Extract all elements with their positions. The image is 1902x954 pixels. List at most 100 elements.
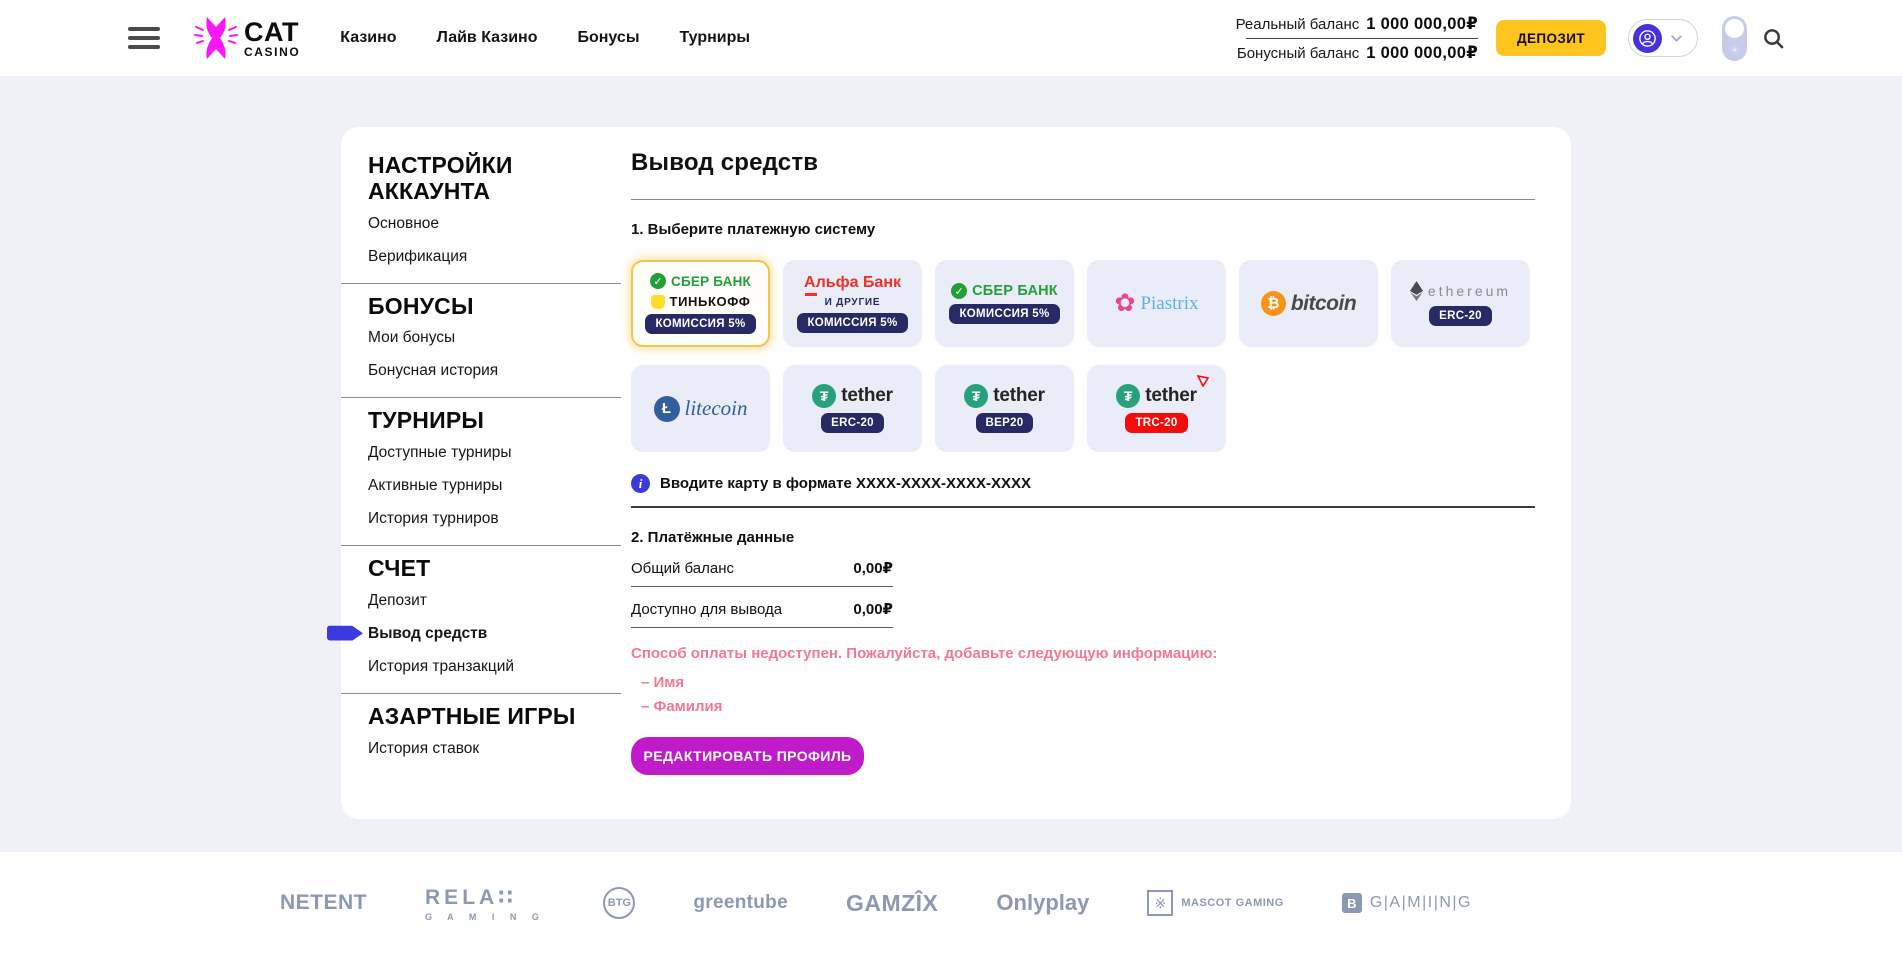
edit-profile-button[interactable]: РЕДАКТИРОВАТЬ ПРОФИЛЬ — [631, 737, 864, 775]
ethereum-icon — [1410, 281, 1423, 301]
main-nav: Казино Лайв Казино Бонусы Турниры — [340, 29, 750, 47]
sidebar-item-depozit[interactable]: Депозит — [341, 584, 621, 617]
sidebar-item-istoriya-tranzakcij[interactable]: История транзакций — [341, 650, 621, 683]
top-navbar: CAT CASINO Казино Лайв Казино Бонусы Тур… — [0, 0, 1902, 76]
provider-btg-logo[interactable]: BTG — [603, 887, 635, 919]
sberbank-icon: ✓ — [951, 283, 967, 299]
page-title: Вывод средств — [631, 149, 1535, 177]
account-card: НАСТРОЙКИ АККАУНТА Основное Верификация … — [341, 127, 1571, 819]
provider-bgaming-logo[interactable]: B G|A|M|I|N|G — [1342, 893, 1472, 913]
cat-logo-icon — [194, 15, 238, 61]
sidebar-item-dostupnye-turniry[interactable]: Доступные турниры — [341, 436, 621, 469]
payment-tile-bitcoin[interactable]: ₿ bitcoin — [1239, 260, 1378, 347]
payment-tile-tether-bep20[interactable]: ₮ tether BEP20 — [935, 365, 1074, 452]
payment-tile-ethereum[interactable]: ethereum ERC-20 — [1391, 260, 1530, 347]
logo-title: CAT — [244, 19, 300, 46]
payment-tile-sberbank[interactable]: ✓ СБЕР БАНК КОМИССИЯ 5% — [935, 260, 1074, 347]
deposit-button[interactable]: ДЕПОЗИТ — [1496, 20, 1606, 56]
provider-relax-gaming-logo[interactable]: RELA∷ G A M I N G — [425, 885, 545, 922]
chevron-down-icon — [1671, 35, 1682, 42]
commission-badge: КОМИССИЯ 5% — [797, 313, 907, 333]
payment-tile-alfa-bank[interactable]: Альфа Банк И ДРУГИЕ КОМИССИЯ 5% — [783, 260, 922, 347]
real-balance-label: Реальный баланс — [1236, 16, 1360, 33]
network-badge: BEP20 — [976, 413, 1034, 433]
network-badge: ERC-20 — [821, 413, 884, 433]
payment-tile-tether-trc20[interactable]: ₮ tether TRC-20 — [1087, 365, 1226, 452]
provider-greentube-logo[interactable]: greentube — [693, 892, 788, 914]
payment-tile-litecoin[interactable]: Ł litecoin — [631, 365, 770, 452]
missing-fields-list: – Имя – Фамилия — [631, 674, 1535, 715]
available-balance-value: 0,00₽ — [853, 600, 893, 618]
sidebar-item-osnovnoe[interactable]: Основное — [341, 207, 621, 240]
total-balance-row: Общий баланс 0,00₽ — [631, 546, 893, 587]
sidebar-item-aktivnye-turniry[interactable]: Активные турниры — [341, 469, 621, 502]
sun-icon: ☀ — [1722, 44, 1747, 57]
account-balances: Общий баланс 0,00₽ Доступно для вывода 0… — [631, 546, 893, 628]
payment-unavailable-message: Способ оплаты недоступен. Пожалуйста, до… — [631, 645, 1535, 662]
info-icon: i — [631, 474, 650, 493]
logo-subtitle: CASINO — [244, 46, 300, 58]
alfa-bank-logo: Альфа Банк — [804, 274, 901, 292]
sidebar-section-title: БОНУСЫ — [341, 284, 621, 322]
sidebar-item-istoriya-stavok[interactable]: История ставок — [341, 732, 621, 765]
missing-field-imya: – Имя — [631, 674, 1535, 691]
sidebar-item-istoriya-turnirov[interactable]: История турниров — [341, 502, 621, 535]
balance-divider — [1246, 38, 1478, 39]
tether-icon: ₮ — [1116, 384, 1140, 408]
nav-live-kazino[interactable]: Лайв Казино — [437, 29, 538, 47]
avatar-icon — [1633, 24, 1662, 53]
payment-methods-grid: ✓ СБЕР БАНК ТИНЬКОФФ КОМИССИЯ 5% Альфа Б… — [631, 260, 1541, 452]
provider-netent-logo[interactable]: NETENT — [280, 891, 367, 915]
network-badge: TRC-20 — [1125, 413, 1187, 433]
payment-tile-sberbank-tinkoff[interactable]: ✓ СБЕР БАНК ТИНЬКОФФ КОМИССИЯ 5% — [631, 260, 770, 347]
theme-toggle[interactable]: ☀ — [1722, 16, 1747, 61]
sidebar-section-title: НАСТРОЙКИ АККАУНТА — [341, 143, 621, 207]
title-divider — [631, 199, 1535, 200]
withdrawal-panel: Вывод средств 1. Выберите платежную сист… — [631, 149, 1535, 775]
cat-casino-logo[interactable]: CAT CASINO — [194, 15, 300, 61]
nav-bonusy[interactable]: Бонусы — [577, 29, 639, 47]
sberbank-icon: ✓ — [650, 273, 666, 289]
litecoin-icon: Ł — [654, 396, 680, 422]
provider-onlyplay-logo[interactable]: Onlyplay — [996, 890, 1089, 916]
commission-badge: КОМИССИЯ 5% — [949, 304, 1059, 324]
tron-icon — [1197, 375, 1209, 387]
provider-gamzix-logo[interactable]: GAMZÎX — [846, 890, 938, 917]
providers-footer: NETENT RELA∷ G A M I N G BTG greentube G… — [0, 852, 1902, 954]
nav-turniry[interactable]: Турниры — [679, 29, 750, 47]
sidebar-section-title: СЧЕТ — [341, 546, 621, 584]
tinkoff-icon — [651, 295, 665, 309]
profile-menu[interactable] — [1628, 19, 1698, 57]
step2-label: 2. Платёжные данные — [631, 529, 1535, 546]
sidebar-item-moi-bonusy[interactable]: Мои бонусы — [341, 321, 621, 354]
sidebar-item-vyvod-sredstv[interactable]: Вывод средств — [341, 617, 621, 650]
real-balance-value: 1 000 000,00₽ — [1366, 14, 1478, 34]
payment-tile-piastrix[interactable]: ✿ Piastrix — [1087, 260, 1226, 347]
balance-block: Реальный баланс 1 000 000,00₽ Бонусный б… — [1236, 14, 1478, 63]
search-icon[interactable] — [1763, 28, 1784, 49]
sidebar-section-title: АЗАРТНЫЕ ИГРЫ — [341, 694, 621, 732]
nav-kazino[interactable]: Казино — [340, 29, 396, 47]
network-badge: ERC-20 — [1429, 306, 1492, 326]
bonus-balance-value: 1 000 000,00₽ — [1366, 43, 1478, 63]
step1-label: 1. Выберите платежную систему — [631, 221, 1535, 238]
commission-badge: КОМИССИЯ 5% — [645, 314, 755, 334]
missing-field-familiya: – Фамилия — [631, 698, 1535, 715]
bitcoin-icon: ₿ — [1261, 291, 1286, 316]
provider-mascot-gaming-logo[interactable]: ※ MASCOT GAMING — [1147, 890, 1283, 916]
sidebar-item-bonusnaya-istoriya[interactable]: Бонусная история — [341, 354, 621, 387]
bonus-balance-label: Бонусный баланс — [1237, 45, 1359, 62]
tether-icon: ₮ — [964, 384, 988, 408]
mascot-ornament-icon: ※ — [1147, 890, 1173, 916]
payment-tile-tether-erc20[interactable]: ₮ tether ERC-20 — [783, 365, 922, 452]
active-item-arrow-icon — [327, 626, 363, 641]
card-format-note: i Вводите карту в формате ХХХХ-ХХХХ-ХХХХ… — [631, 474, 1535, 493]
sidebar-item-verifikacia[interactable]: Верификация — [341, 240, 621, 273]
available-balance-row: Доступно для вывода 0,00₽ — [631, 587, 893, 628]
piastrix-flower-icon: ✿ — [1114, 291, 1135, 316]
hamburger-menu-icon[interactable] — [128, 22, 160, 54]
section-divider — [631, 506, 1535, 508]
tether-icon: ₮ — [812, 384, 836, 408]
toggle-knob — [1725, 19, 1744, 38]
total-balance-value: 0,00₽ — [853, 559, 893, 577]
